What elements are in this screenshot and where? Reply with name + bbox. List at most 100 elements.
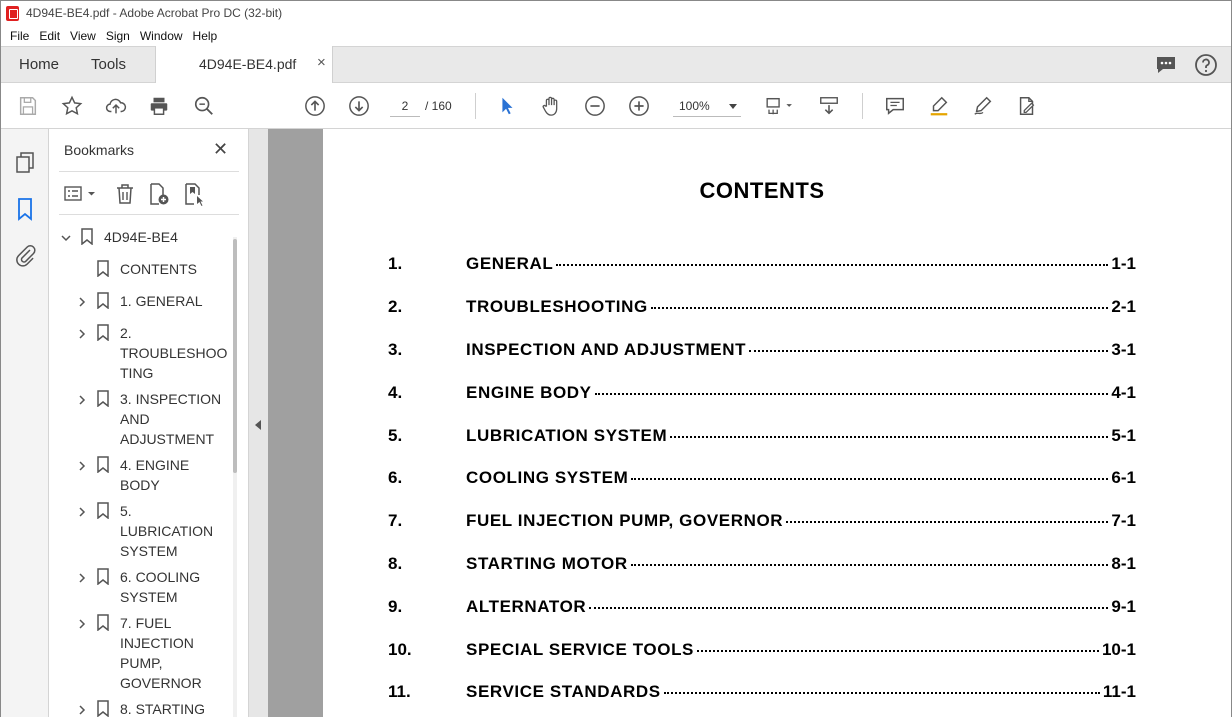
menu-window[interactable]: Window — [140, 29, 183, 43]
comment-icon[interactable] — [883, 94, 907, 118]
bookmark-contents[interactable]: CONTENTS — [49, 259, 229, 279]
toc-leader-dots — [630, 564, 1109, 566]
page-title: CONTENTS — [699, 178, 825, 203]
chevron-right-icon[interactable] — [77, 617, 87, 629]
menu-view[interactable]: View — [70, 29, 96, 43]
draw-pen-icon[interactable] — [971, 94, 995, 118]
bookmark-inspection[interactable]: 3. INSPECTION AND ADJUSTMENT — [49, 389, 229, 449]
tab-tools[interactable]: Tools — [91, 56, 126, 73]
zoom-dropdown-caret-icon — [729, 104, 737, 109]
chevron-right-icon[interactable] — [77, 459, 87, 471]
page-thumbnails-icon[interactable] — [13, 150, 37, 174]
toc-line: STARTING MOTOR 8-1 — [466, 554, 1136, 574]
bookmark-icon — [81, 228, 93, 246]
bookmark-cooling[interactable]: 6. COOLING SYSTEM — [49, 567, 229, 607]
fill-sign-icon[interactable] — [1015, 94, 1039, 118]
tab-home[interactable]: Home — [19, 56, 59, 73]
zoom-out-icon[interactable] — [583, 94, 607, 118]
menu-sign[interactable]: Sign — [106, 29, 130, 43]
toc-entry[interactable]: 6. COOLING SYSTEM 6-1 — [388, 468, 1138, 490]
tab-document-label: 4D94E-BE4.pdf — [199, 56, 297, 72]
toc-entry[interactable]: 9. ALTERNATOR 9-1 — [388, 597, 1138, 619]
zoom-level-value: 100% — [679, 99, 710, 113]
bookmark-icon — [97, 260, 109, 278]
toc-page-number: 3-1 — [1111, 340, 1136, 359]
print-icon[interactable] — [147, 94, 171, 118]
next-page-icon[interactable] — [347, 94, 371, 118]
bookmark-lubrication[interactable]: 5. LUBRICATION SYSTEM — [49, 501, 229, 561]
chevron-right-icon[interactable] — [77, 505, 87, 517]
bookmark-icon — [97, 390, 109, 408]
upload-cloud-icon[interactable] — [104, 94, 128, 118]
close-panel-icon[interactable]: ✕ — [213, 139, 228, 160]
toc-entry[interactable]: 8. STARTING MOTOR 8-1 — [388, 554, 1138, 576]
tab-document[interactable]: 4D94E-BE4.pdf × — [155, 46, 333, 84]
toc-page-number: 8-1 — [1111, 554, 1136, 573]
toc-entry[interactable]: 1. GENERAL 1-1 — [388, 254, 1138, 276]
menu-edit[interactable]: Edit — [39, 29, 60, 43]
save-icon[interactable] — [16, 94, 40, 118]
select-cursor-icon[interactable] — [495, 94, 519, 118]
bookmarks-scroll-thumb[interactable] — [233, 239, 237, 473]
panel-collapse-gutter[interactable] — [249, 129, 268, 717]
toc-entry[interactable]: 2. TROUBLESHOOTING 2-1 — [388, 297, 1138, 319]
toc-entry[interactable]: 4. ENGINE BODY 4-1 — [388, 383, 1138, 405]
bookmark-root[interactable]: 4D94E-BE4 — [49, 227, 229, 247]
attachment-paperclip-icon[interactable] — [13, 243, 37, 267]
bookmark-fuel-injection[interactable]: 7. FUEL INJECTION PUMP, GOVERNOR — [49, 613, 229, 693]
toc-number: 4. — [388, 383, 403, 402]
toc-entry[interactable]: 5. LUBRICATION SYSTEM 5-1 — [388, 426, 1138, 448]
toc-entry[interactable]: 11. SERVICE STANDARDS 11-1 — [388, 682, 1138, 704]
toc-page-number: 4-1 — [1111, 383, 1136, 402]
chevron-down-icon[interactable] — [61, 231, 71, 242]
tab-close-icon[interactable]: × — [317, 54, 326, 71]
toc-entry[interactable]: 10. SPECIAL SERVICE TOOLS 10-1 — [388, 640, 1138, 662]
toc-title: GENERAL — [466, 254, 554, 273]
star-icon[interactable] — [60, 94, 84, 118]
tab-bar: Home Tools 4D94E-BE4.pdf × — [1, 46, 1231, 84]
bookmarks-title: Bookmarks — [64, 142, 135, 158]
page-fit-icon[interactable] — [763, 94, 797, 118]
toc-leader-dots — [594, 393, 1109, 395]
toc-line: FUEL INJECTION PUMP, GOVERNOR 7-1 — [466, 511, 1136, 531]
zoom-search-icon[interactable] — [192, 94, 216, 118]
delete-trash-icon[interactable] — [113, 182, 137, 206]
bookmark-engine-body[interactable]: 4. ENGINE BODY — [49, 455, 229, 495]
toc-title: SERVICE STANDARDS — [466, 682, 661, 701]
bookmark-icon — [97, 324, 109, 342]
comment-bubble-icon[interactable] — [1154, 53, 1178, 77]
toc-title: LUBRICATION SYSTEM — [466, 426, 668, 445]
chevron-right-icon[interactable] — [77, 295, 87, 307]
chevron-right-icon[interactable] — [77, 393, 87, 405]
bookmark-label: 1. GENERAL — [120, 293, 203, 309]
menu-file[interactable]: File — [10, 29, 29, 43]
bookmark-panel-icon[interactable] — [13, 197, 37, 221]
help-icon[interactable] — [1194, 53, 1218, 77]
toc-number: 8. — [388, 554, 403, 573]
chevron-right-icon[interactable] — [77, 571, 87, 583]
document-page: CONTENTS 1. GENERAL 1-1 2. TROUBLESHOOTING 2-… — [323, 129, 1231, 717]
zoom-level-select[interactable]: 100% — [673, 95, 741, 117]
zoom-in-icon[interactable] — [627, 94, 651, 118]
hand-tool-icon[interactable] — [539, 94, 563, 118]
scroll-mode-icon[interactable] — [817, 94, 841, 118]
options-menu-icon[interactable] — [63, 182, 99, 206]
highlight-pen-icon[interactable] — [927, 94, 951, 118]
chevron-right-icon[interactable] — [77, 703, 87, 715]
bookmark-troubleshooting[interactable]: 2. TROUBLESHOO TING — [49, 323, 229, 383]
bookmark-icon — [97, 502, 109, 520]
bookmark-general[interactable]: 1. GENERAL — [49, 291, 229, 311]
chevron-right-icon[interactable] — [77, 327, 87, 339]
collapse-arrow-icon[interactable] — [255, 420, 261, 430]
menu-help[interactable]: Help — [193, 29, 218, 43]
toc-entry[interactable]: 3. INSPECTION AND ADJUSTMENT 3-1 — [388, 340, 1138, 362]
toc-number: 3. — [388, 340, 403, 359]
navigation-rail — [1, 129, 49, 717]
toc-entry[interactable]: 7. FUEL INJECTION PUMP, GOVERNOR 7-1 — [388, 511, 1138, 533]
toc-line: SERVICE STANDARDS 11-1 — [466, 682, 1136, 702]
previous-page-icon[interactable] — [303, 94, 327, 118]
expand-bookmark-icon[interactable] — [182, 182, 206, 206]
new-bookmark-icon[interactable] — [146, 182, 170, 206]
bookmark-starting[interactable]: 8. STARTING — [49, 699, 229, 717]
page-number-input[interactable]: 2 — [390, 95, 420, 117]
